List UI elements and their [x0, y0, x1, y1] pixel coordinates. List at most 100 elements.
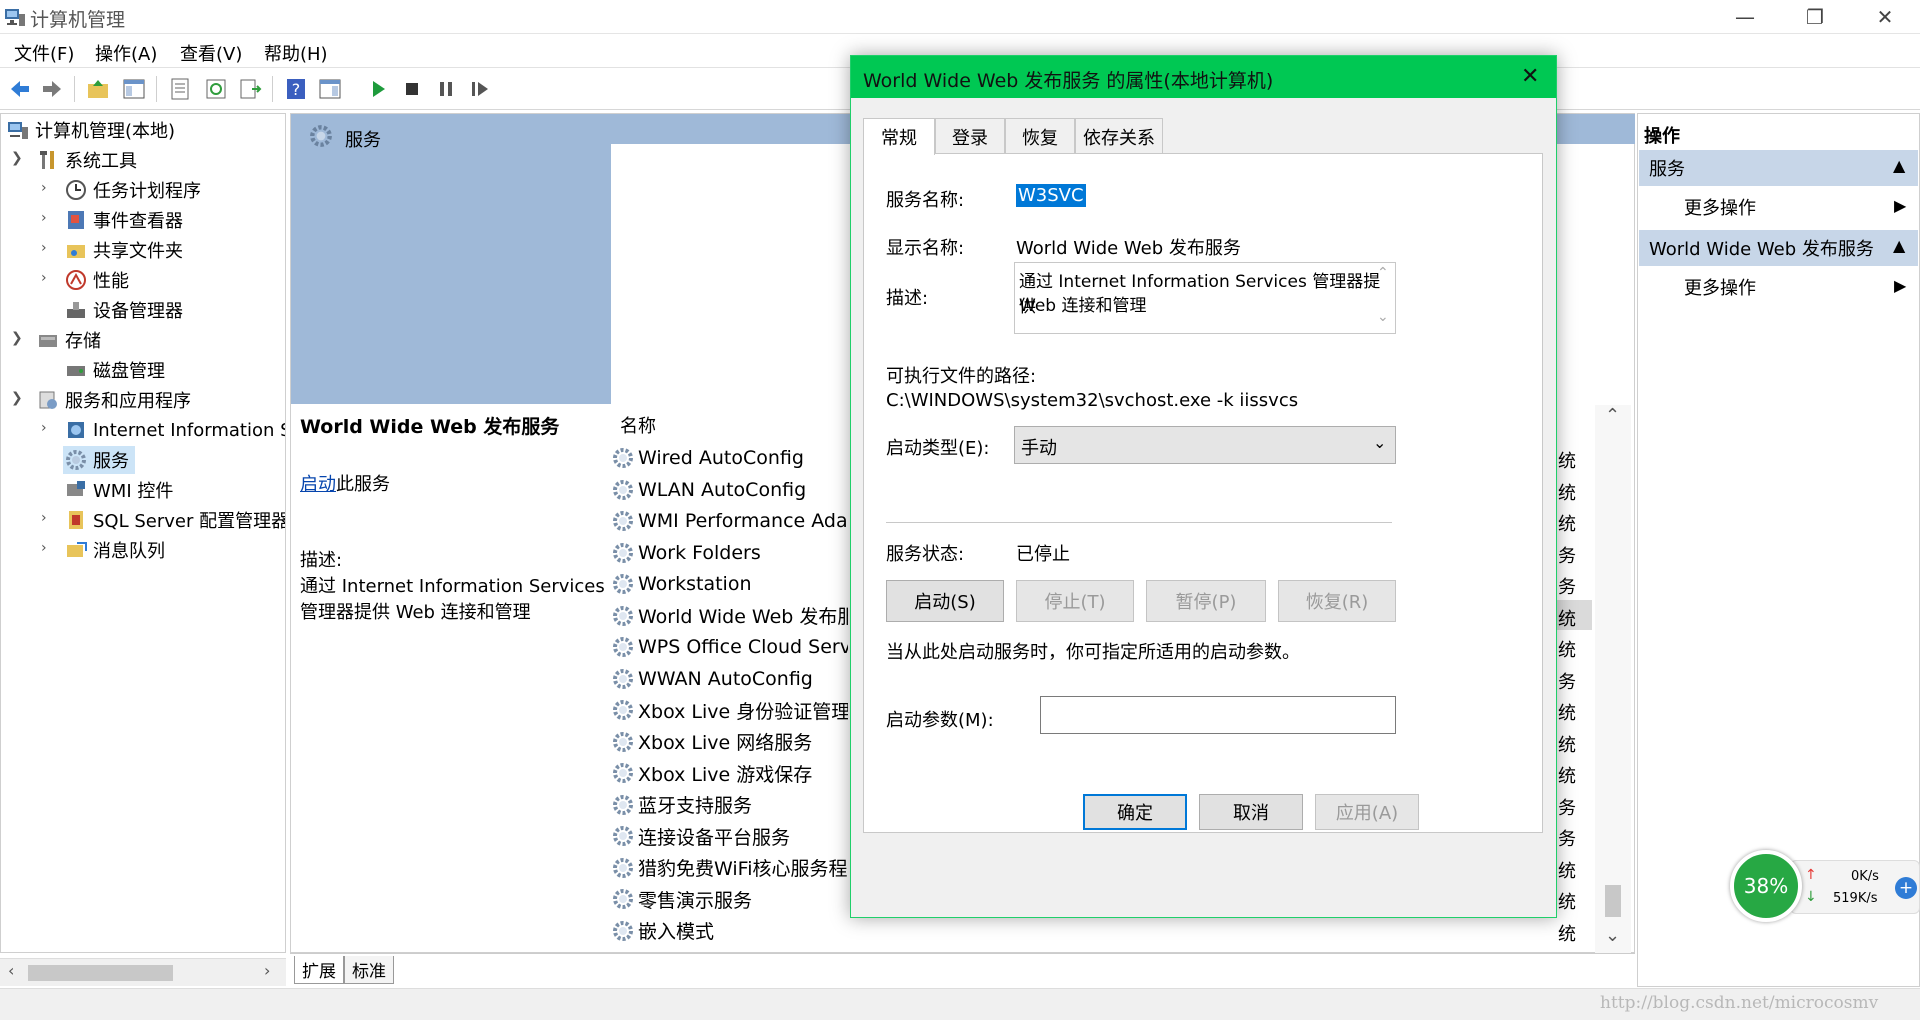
pause-service-icon[interactable] — [434, 77, 458, 101]
restart-service-icon[interactable] — [468, 77, 492, 101]
service-row[interactable]: 蓝牙支持服务 — [612, 790, 848, 820]
menu-action[interactable]: 操作(A) — [95, 40, 157, 66]
tree-item-task-scheduler[interactable]: 任务计划程序 — [65, 176, 201, 204]
close-button[interactable]: ✕ — [1850, 0, 1920, 34]
chevron-right-icon[interactable]: › — [41, 180, 47, 196]
tree-item-iis[interactable]: Internet Information S — [65, 416, 285, 444]
properties-icon[interactable] — [168, 77, 192, 101]
stop-button[interactable]: 停止(T) — [1016, 580, 1134, 622]
chevron-right-icon[interactable]: ▶ — [1894, 276, 1906, 295]
resume-button[interactable]: 恢复(R) — [1278, 580, 1396, 622]
tree-item-disk-management[interactable]: 磁盘管理 — [65, 356, 165, 384]
service-row[interactable]: WMI Performance Adap — [612, 506, 848, 536]
tab-standard[interactable]: 标准 — [344, 956, 394, 984]
collapse-up-icon[interactable]: ▲ — [1893, 236, 1905, 255]
service-row[interactable]: Xbox Live 网络服务 — [612, 727, 848, 757]
collapse-up-icon[interactable]: ▲ — [1893, 156, 1905, 175]
tree-item-sql-server[interactable]: SQL Server 配置管理器 — [65, 506, 285, 534]
apply-button[interactable]: 应用(A) — [1315, 794, 1419, 830]
actions-more-1[interactable]: 更多操作 — [1684, 194, 1756, 220]
tree-item-device-manager[interactable]: 设备管理器 — [65, 296, 183, 324]
forward-arrow-icon[interactable] — [40, 77, 64, 101]
tree-item-services-and-apps[interactable]: 服务和应用程序 — [37, 386, 191, 414]
tab-general[interactable]: 常规 — [863, 118, 935, 155]
tree-item-wmi[interactable]: WMI 控件 — [65, 476, 173, 504]
service-row[interactable]: WPS Office Cloud Servic — [612, 632, 848, 662]
service-row[interactable]: World Wide Web 发布服 — [612, 601, 848, 631]
minimize-button[interactable]: — — [1710, 0, 1780, 34]
chevron-down-icon[interactable]: ❯ — [11, 150, 23, 166]
scroll-down-icon[interactable]: ⌄ — [1605, 925, 1620, 946]
menu-view[interactable]: 查看(V) — [180, 40, 242, 66]
add-icon[interactable]: + — [1895, 877, 1917, 899]
chevron-right-icon[interactable]: › — [41, 540, 47, 556]
actions-more-2[interactable]: 更多操作 — [1684, 274, 1756, 300]
services-vertical-scrollbar[interactable]: ⌃ ⌄ — [1595, 405, 1631, 953]
column-header-name[interactable]: 名称 — [612, 410, 852, 440]
up-folder-icon[interactable] — [86, 77, 110, 101]
actions-section-services[interactable]: 服务 ▲ — [1639, 150, 1918, 186]
scroll-right-icon[interactable]: › — [264, 961, 270, 980]
show-action-pane-icon[interactable] — [318, 77, 342, 101]
chevron-right-icon[interactable]: › — [41, 420, 47, 436]
start-button[interactable]: 启动(S) — [886, 580, 1004, 622]
chevron-right-icon[interactable]: › — [41, 510, 47, 526]
tree-horizontal-scrollbar[interactable]: ‹ › — [0, 958, 286, 986]
tree-item-storage[interactable]: 存储 — [37, 326, 101, 354]
service-row[interactable]: 连接设备平台服务 — [612, 821, 848, 851]
scroll-left-icon[interactable]: ‹ — [8, 961, 14, 980]
service-row[interactable]: WWAN AutoConfig — [612, 664, 848, 694]
scroll-thumb[interactable] — [1605, 885, 1621, 917]
service-row[interactable]: 猎豹免费WiFi核心服务程序 — [612, 853, 848, 883]
description-textbox[interactable]: 通过 Internet Information Services 管理器提供 W… — [1014, 262, 1396, 334]
export-list-icon[interactable] — [238, 77, 262, 101]
service-row[interactable]: Workstation — [612, 569, 848, 599]
chevron-down-icon[interactable]: ❯ — [11, 330, 23, 346]
tree-item-services[interactable]: 服务 — [63, 446, 135, 474]
ok-button[interactable]: 确定 — [1083, 794, 1187, 830]
tree-item-performance[interactable]: 性能 — [65, 266, 129, 294]
tree-item-message-queue[interactable]: 消息队列 — [65, 536, 165, 564]
service-row[interactable]: Xbox Live 身份验证管理器 — [612, 695, 848, 725]
service-row[interactable]: 嵌入模式 — [612, 916, 848, 946]
service-name-value[interactable]: W3SVC — [1016, 184, 1086, 207]
tree-item-event-viewer[interactable]: 事件查看器 — [65, 206, 183, 234]
startup-params-input[interactable] — [1040, 696, 1396, 734]
actions-section-w3svc[interactable]: World Wide Web 发布服务 ▲ — [1639, 230, 1918, 266]
chevron-right-icon[interactable]: ▶ — [1894, 196, 1906, 215]
maximize-button[interactable]: ❐ — [1780, 0, 1850, 34]
help-icon[interactable]: ? — [284, 77, 308, 101]
tree-item-shared-folders[interactable]: 共享文件夹 — [65, 236, 183, 264]
tree-item-system-tools[interactable]: 系统工具 — [37, 146, 137, 174]
menu-help[interactable]: 帮助(H) — [264, 40, 328, 66]
service-row[interactable]: WLAN AutoConfig — [612, 475, 848, 505]
service-row[interactable]: Work Folders — [612, 538, 848, 568]
start-service-icon[interactable] — [366, 77, 390, 101]
cancel-button[interactable]: 取消 — [1199, 794, 1303, 830]
stop-service-icon[interactable] — [400, 77, 424, 101]
back-arrow-icon[interactable] — [8, 77, 32, 101]
chevron-right-icon[interactable]: › — [41, 210, 47, 226]
start-service-link[interactable]: 启动 — [300, 474, 336, 495]
tab-recovery[interactable]: 恢复 — [1005, 118, 1075, 154]
dialog-close-icon[interactable]: ✕ — [1521, 64, 1539, 89]
scroll-thumb[interactable] — [28, 965, 173, 981]
service-row[interactable]: 零售演示服务 — [612, 884, 848, 914]
show-hide-console-tree-icon[interactable] — [122, 77, 146, 101]
service-row[interactable]: Wired AutoConfig — [612, 443, 848, 473]
tab-dependencies[interactable]: 依存关系 — [1075, 118, 1163, 154]
pause-button[interactable]: 暂停(P) — [1146, 580, 1266, 622]
startup-type-select[interactable]: 手动 ⌄ — [1014, 426, 1396, 464]
scroll-up-icon[interactable]: ⌃ — [1605, 405, 1620, 426]
scroll-down-icon[interactable]: ⌄ — [1377, 309, 1389, 325]
chevron-down-icon[interactable]: ❯ — [11, 390, 23, 406]
service-row[interactable]: Xbox Live 游戏保存 — [612, 758, 848, 788]
tree-root[interactable]: 计算机管理(本地) — [7, 116, 175, 144]
tab-extended[interactable]: 扩展 — [294, 956, 344, 984]
scroll-up-icon[interactable]: ⌃ — [1377, 265, 1389, 281]
refresh-icon[interactable] — [204, 77, 228, 101]
chevron-right-icon[interactable]: › — [41, 270, 47, 286]
menu-file[interactable]: 文件(F) — [14, 40, 74, 66]
tab-logon[interactable]: 登录 — [935, 118, 1005, 154]
memory-usage-badge[interactable]: 38% — [1730, 850, 1802, 922]
